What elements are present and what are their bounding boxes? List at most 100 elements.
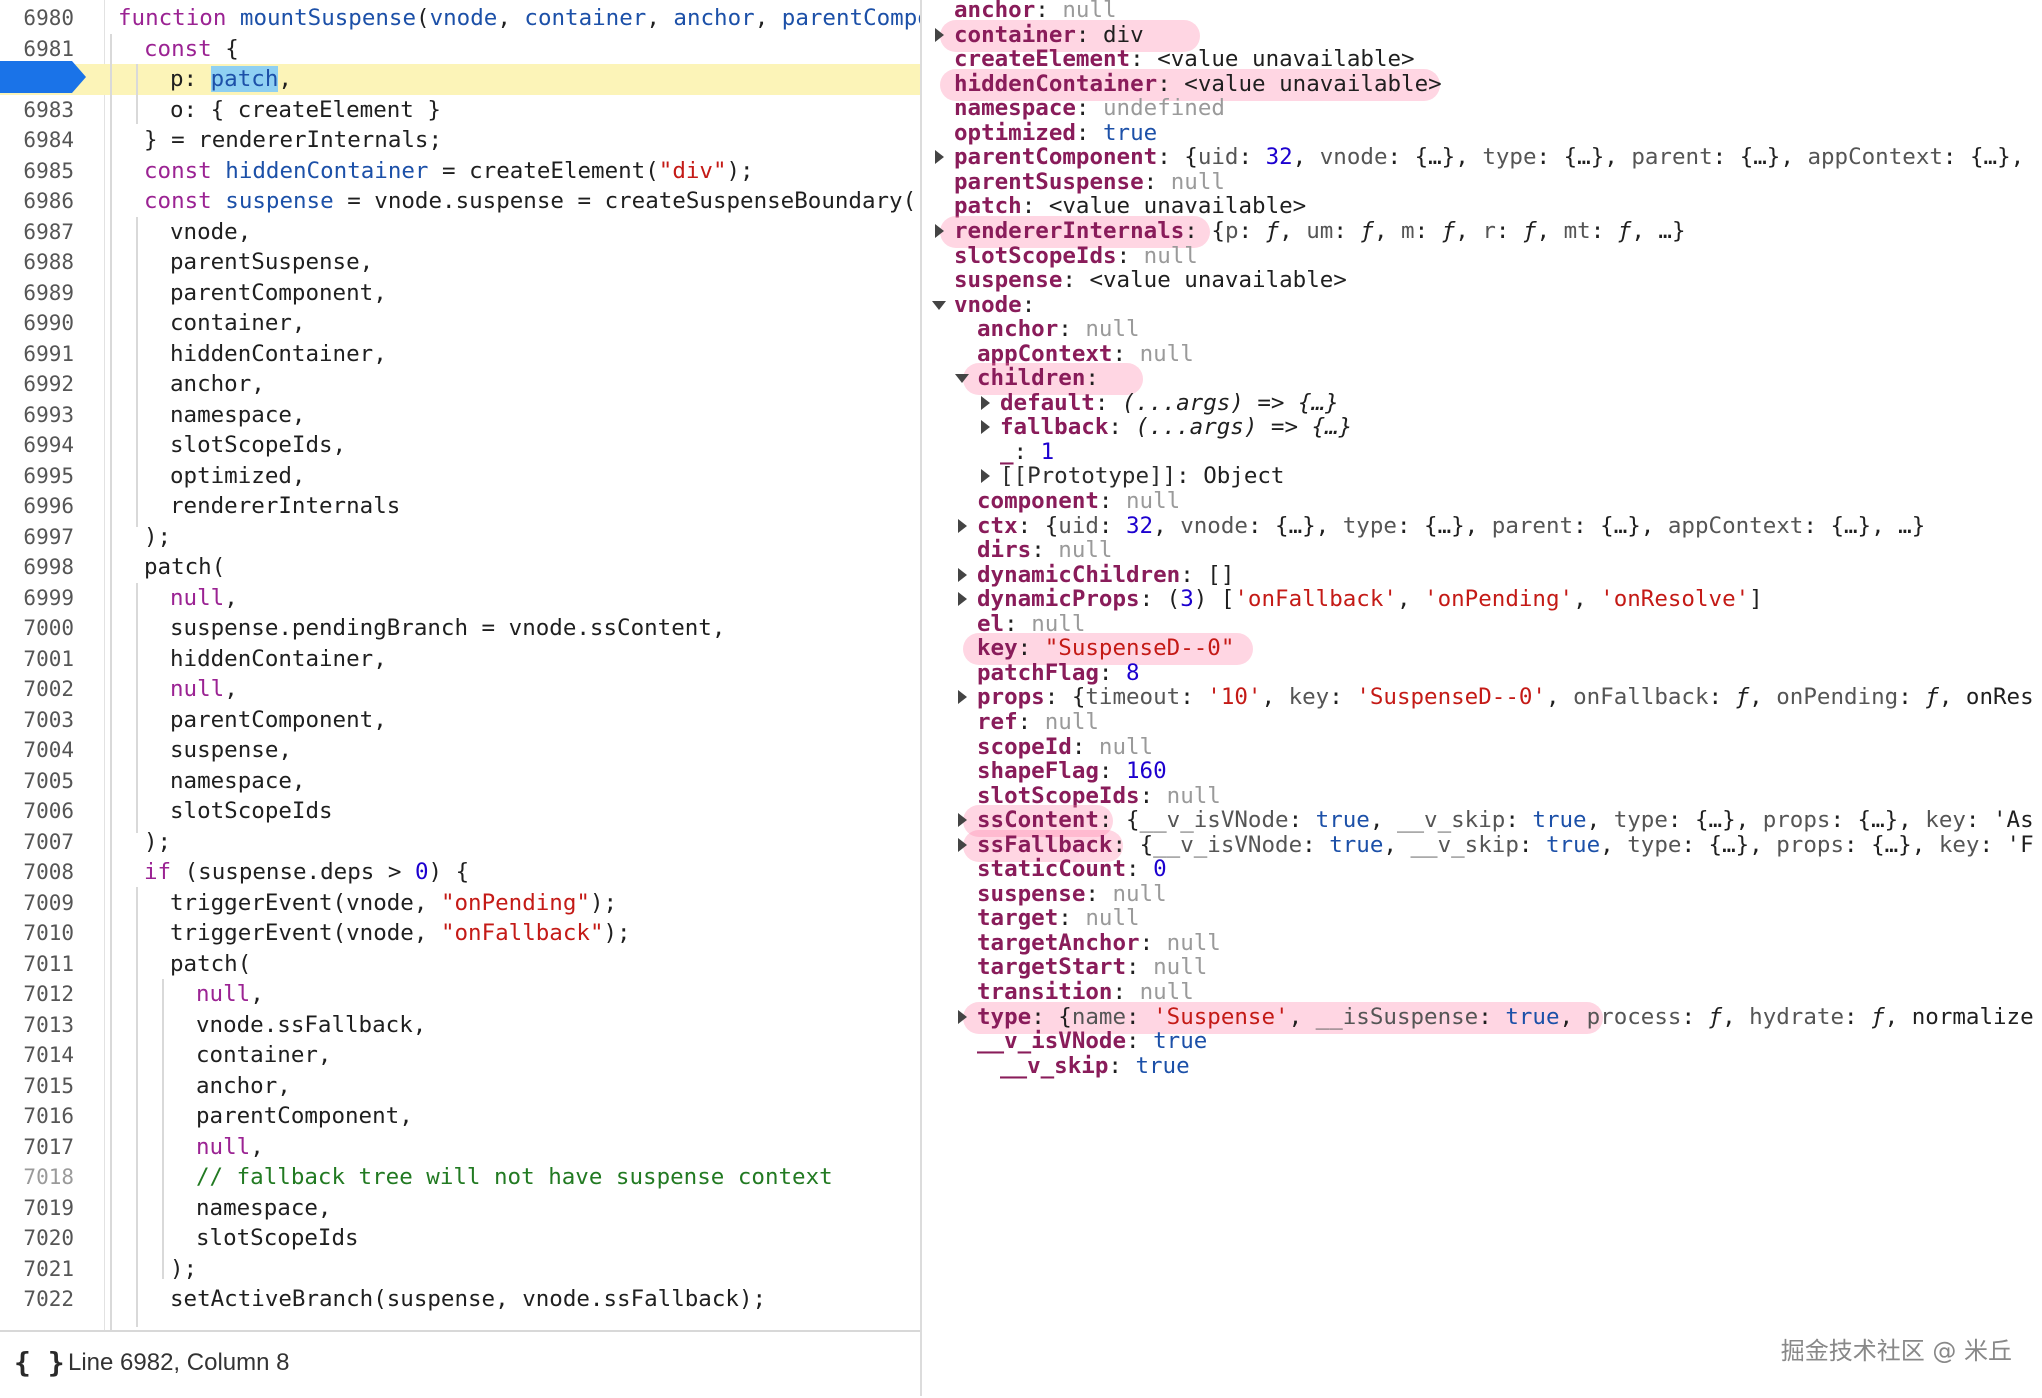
- code-line[interactable]: 7004 suspense,: [0, 735, 920, 766]
- expand-triangle-icon[interactable]: [958, 1010, 967, 1024]
- code-line[interactable]: 7013 vnode.ssFallback,: [0, 1010, 920, 1041]
- line-number[interactable]: 7003: [0, 705, 74, 736]
- line-number[interactable]: 7013: [0, 1010, 74, 1041]
- curly-braces-icon[interactable]: { }: [14, 1346, 65, 1380]
- code-line[interactable]: 6989 parentComponent,: [0, 278, 920, 309]
- code-line[interactable]: 7015 anchor,: [0, 1071, 920, 1102]
- code-line[interactable]: 7000 suspense.pendingBranch = vnode.ssCon…: [0, 613, 920, 644]
- code-line[interactable]: 6986 const suspense = vnode.suspense = cr…: [0, 186, 920, 217]
- line-number[interactable]: 7017: [0, 1132, 74, 1163]
- expand-triangle-icon[interactable]: [935, 28, 944, 42]
- scope-property-props[interactable]: props: {timeout: '10', key: 'SuspenseD--…: [977, 681, 2034, 713]
- line-number[interactable]: 7014: [0, 1040, 74, 1071]
- code-line[interactable]: 7001 hiddenContainer,: [0, 644, 920, 675]
- code-line[interactable]: 6981 const {: [0, 34, 920, 65]
- code-line[interactable]: 6990 container,: [0, 308, 920, 339]
- line-number[interactable]: 7012: [0, 979, 74, 1010]
- expand-triangle-icon[interactable]: [958, 838, 967, 852]
- line-number[interactable]: 6999: [0, 583, 74, 614]
- code-line[interactable]: 6983 o: { createElement }: [0, 95, 920, 126]
- line-number[interactable]: 6980: [0, 3, 74, 34]
- expand-triangle-icon[interactable]: [958, 568, 967, 582]
- expand-triangle-icon[interactable]: [958, 690, 967, 704]
- code-line[interactable]: 6998 patch(: [0, 552, 920, 583]
- line-number[interactable]: 7005: [0, 766, 74, 797]
- current-code-line[interactable]: 6982p: patch,: [0, 64, 920, 95]
- line-number[interactable]: 7001: [0, 644, 74, 675]
- code-line[interactable]: 6988 parentSuspense,: [0, 247, 920, 278]
- scope-property-dynamicprops[interactable]: dynamicProps: (3) ['onFallback', 'onPend…: [977, 583, 1763, 615]
- line-number[interactable]: 7020: [0, 1223, 74, 1254]
- code-line[interactable]: 7016 parentComponent,: [0, 1101, 920, 1132]
- line-number[interactable]: 7011: [0, 949, 74, 980]
- line-number[interactable]: 6989: [0, 278, 74, 309]
- line-number[interactable]: 6997: [0, 522, 74, 553]
- code-line[interactable]: 7003 parentComponent,: [0, 705, 920, 736]
- line-number[interactable]: 7019: [0, 1193, 74, 1224]
- code-line[interactable]: 6996 rendererInternals: [0, 491, 920, 522]
- expand-triangle-icon[interactable]: [958, 813, 967, 827]
- expand-triangle-icon[interactable]: [981, 420, 990, 434]
- expand-triangle-icon[interactable]: [958, 519, 967, 533]
- code-line[interactable]: 6987 vnode,: [0, 217, 920, 248]
- code-line[interactable]: 6997);: [0, 522, 920, 553]
- line-number[interactable]: 7007: [0, 827, 74, 858]
- expand-triangle-icon[interactable]: [981, 396, 990, 410]
- code-line[interactable]: 7017 null,: [0, 1132, 920, 1163]
- code-line[interactable]: 7005 namespace,: [0, 766, 920, 797]
- code-line[interactable]: 6985 const hiddenContainer = createElemen…: [0, 156, 920, 187]
- code-line[interactable]: 6992 anchor,: [0, 369, 920, 400]
- code-line[interactable]: 7022 setActiveBranch(suspense, vnode.ssFa…: [0, 1284, 920, 1315]
- code-line[interactable]: 7019 namespace,: [0, 1193, 920, 1224]
- code-line[interactable]: 6999 null,: [0, 583, 920, 614]
- code-line[interactable]: 7007);: [0, 827, 920, 858]
- line-number[interactable]: 7002: [0, 674, 74, 705]
- expand-triangle-icon[interactable]: [935, 224, 944, 238]
- code-line[interactable]: 7011 patch(: [0, 949, 920, 980]
- code-line[interactable]: 7008 if (suspense.deps > 0) {: [0, 857, 920, 888]
- code-line[interactable]: 7002 null,: [0, 674, 920, 705]
- line-number[interactable]: 6985: [0, 156, 74, 187]
- line-number[interactable]: 6988: [0, 247, 74, 278]
- code-line[interactable]: 6993 namespace,: [0, 400, 920, 431]
- line-number[interactable]: 7016: [0, 1101, 74, 1132]
- code-line[interactable]: 7018 // fallback tree will not have suspe…: [0, 1162, 920, 1193]
- line-number[interactable]: 6998: [0, 552, 74, 583]
- line-number[interactable]: 7009: [0, 888, 74, 919]
- line-number[interactable]: 6990: [0, 308, 74, 339]
- expand-triangle-icon[interactable]: [958, 592, 967, 606]
- code-line[interactable]: 6991 hiddenContainer,: [0, 339, 920, 370]
- scope-property-ctx[interactable]: ctx: {uid: 32, vnode: {…}, type: {…}, pa…: [977, 510, 1925, 542]
- line-number[interactable]: 7006: [0, 796, 74, 827]
- code-line[interactable]: 7012 null,: [0, 979, 920, 1010]
- code-line[interactable]: 7014 container,: [0, 1040, 920, 1071]
- code-line[interactable]: 7009 triggerEvent(vnode, "onPending");: [0, 888, 920, 919]
- line-number[interactable]: 6994: [0, 430, 74, 461]
- expand-triangle-icon[interactable]: [935, 150, 944, 164]
- line-number[interactable]: 7022: [0, 1284, 74, 1315]
- line-number[interactable]: 6984: [0, 125, 74, 156]
- line-number[interactable]: 6987: [0, 217, 74, 248]
- line-number[interactable]: 6981: [0, 34, 74, 65]
- code-line[interactable]: 7021);: [0, 1254, 920, 1285]
- line-number[interactable]: 6995: [0, 461, 74, 492]
- line-number[interactable]: 7000: [0, 613, 74, 644]
- line-number[interactable]: 7021: [0, 1254, 74, 1285]
- code-line[interactable]: 7010 triggerEvent(vnode, "onFallback");: [0, 918, 920, 949]
- line-number[interactable]: 6986: [0, 186, 74, 217]
- line-number[interactable]: 6992: [0, 369, 74, 400]
- line-number[interactable]: 7010: [0, 918, 74, 949]
- code-line[interactable]: 6980 function mountSuspense(vnode, contai…: [0, 3, 920, 34]
- code-line[interactable]: 6994 slotScopeIds,: [0, 430, 920, 461]
- line-number[interactable]: 7015: [0, 1071, 74, 1102]
- collapse-triangle-icon[interactable]: [955, 374, 969, 383]
- line-number[interactable]: 6993: [0, 400, 74, 431]
- line-number[interactable]: 7004: [0, 735, 74, 766]
- breakpoint-marker[interactable]: [0, 61, 86, 93]
- code-line[interactable]: 6984} = rendererInternals;: [0, 125, 920, 156]
- line-number[interactable]: 6996: [0, 491, 74, 522]
- code-line[interactable]: 6995 optimized,: [0, 461, 920, 492]
- line-number[interactable]: 6991: [0, 339, 74, 370]
- code-line[interactable]: 7020 slotScopeIds: [0, 1223, 920, 1254]
- line-number[interactable]: 7008: [0, 857, 74, 888]
